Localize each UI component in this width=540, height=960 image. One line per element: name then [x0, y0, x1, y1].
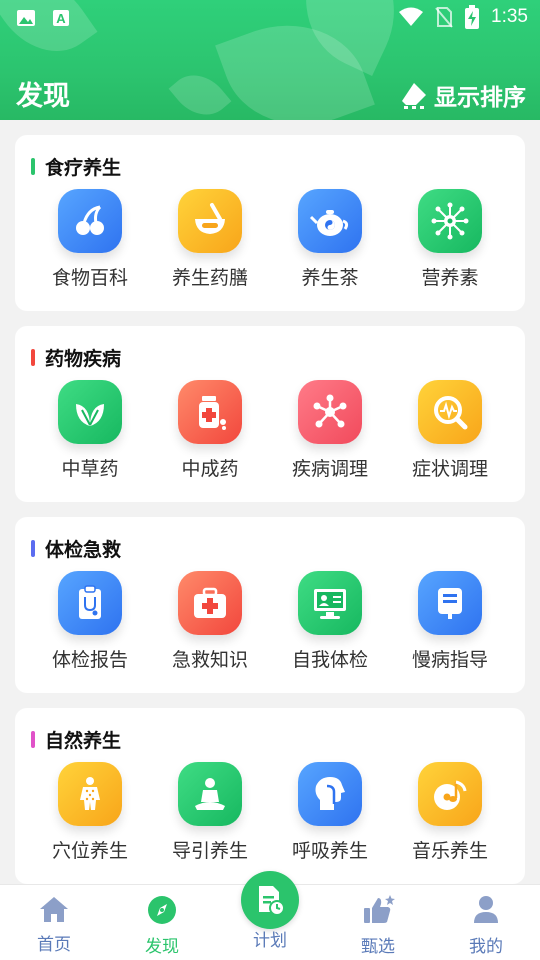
grid-item-label: 音乐养生: [411, 840, 488, 862]
grid-item-medicinal-diet[interactable]: 养生药膳: [150, 189, 270, 290]
monitor-icon: [298, 571, 362, 635]
svg-text:A: A: [56, 11, 66, 26]
thumbs-up-icon: [364, 895, 395, 923]
tab-label: 发现: [145, 937, 179, 957]
plan-icon: [259, 886, 285, 916]
bottom-tab-bar: 首页 发现 计划 甄选 我的: [0, 871, 540, 960]
app-header: A 1:35 发现 显示排序: [0, 0, 540, 120]
grid-item-label: 中成药: [181, 458, 239, 480]
page-title: 发现: [16, 81, 70, 112]
grid-item-self-check[interactable]: 自我体检: [270, 571, 390, 672]
iv-bag-icon: [418, 571, 482, 635]
grid-item-chronic-guide[interactable]: 慢病指导: [390, 571, 510, 672]
grid-item-first-aid[interactable]: 急救知识: [150, 571, 270, 672]
no-sim-icon: [435, 7, 453, 28]
section-accent-bar: [31, 540, 35, 557]
sort-button[interactable]: 显示排序: [400, 78, 526, 112]
teapot-icon: [298, 189, 362, 253]
section-title: 药物疾病: [31, 344, 121, 371]
section-title: 食疗养生: [31, 153, 121, 180]
body-points-icon: [58, 762, 122, 826]
tab-home[interactable]: 首页: [0, 895, 108, 955]
grid-item-label: 急救知识: [171, 649, 248, 671]
grid-item-disease-care[interactable]: 疾病调理: [270, 380, 390, 481]
medicine-bottle-icon: [178, 380, 242, 444]
status-bar: A 1:35: [0, 0, 540, 38]
clipboard-icon: [58, 571, 122, 635]
section-medicine-card: 药物疾病 中草药 中成药 疾病调理 症状调理: [15, 326, 525, 502]
grid-item-label: 中草药: [61, 458, 119, 480]
eraser-edit-icon: [402, 83, 426, 109]
section-accent-bar: [31, 731, 35, 748]
tab-label: 我的: [469, 937, 503, 957]
section-diet-card: 食疗养生 食物百科 养生药膳 养生茶 营养素: [15, 135, 525, 311]
grid-item-daoyin[interactable]: 导引养生: [150, 762, 270, 863]
user-icon: [474, 896, 498, 923]
tab-label: 甄选: [361, 937, 395, 957]
grid-item-label: 体检报告: [51, 649, 128, 671]
grid-item-breathing[interactable]: 呼吸养生: [270, 762, 390, 863]
grid-item-label: 疾病调理: [291, 458, 368, 480]
grid-item-label: 导引养生: [171, 840, 248, 862]
grid-item-symptom-care[interactable]: 症状调理: [390, 380, 510, 481]
plan-fab-button[interactable]: [241, 871, 299, 929]
grid-item-label: 食物百科: [51, 267, 128, 289]
mortar-icon: [178, 189, 242, 253]
section-title-text: 药物疾病: [45, 348, 122, 370]
home-icon: [40, 897, 68, 922]
battery-charging-icon: [465, 5, 480, 29]
grid-item-label: 营养素: [421, 267, 479, 289]
symptom-search-icon: [418, 380, 482, 444]
tab-label: 计划: [253, 931, 287, 951]
section-title: 自然养生: [31, 726, 121, 753]
tab-mine[interactable]: 我的: [432, 895, 540, 957]
grid-item-label: 呼吸养生: [291, 840, 368, 862]
music-disc-icon: [418, 762, 482, 826]
grid-item-label: 症状调理: [411, 458, 488, 480]
first-aid-kit-icon: [178, 571, 242, 635]
grid-item-label: 养生茶: [301, 267, 359, 289]
grid-item-acupoint[interactable]: 穴位养生: [30, 762, 150, 863]
grid-item-label: 养生药膳: [171, 267, 248, 289]
section-title: 体检急救: [31, 535, 121, 562]
section-title-text: 自然养生: [45, 730, 122, 752]
discover-content[interactable]: 食疗养生 食物百科 养生药膳 养生茶 营养素 药物疾病 中草药 中成药 疾病调理…: [0, 120, 540, 884]
grid-item-health-tea[interactable]: 养生茶: [270, 189, 390, 290]
section-accent-bar: [31, 349, 35, 366]
grid-item-label: 穴位养生: [51, 840, 128, 862]
virus-icon: [298, 380, 362, 444]
grid-item-label: 自我体检: [291, 649, 368, 671]
section-natural-card: 自然养生 穴位养生 导引养生 呼吸养生 音乐养生: [15, 708, 525, 884]
herb-leaf-icon: [58, 380, 122, 444]
meditation-icon: [178, 762, 242, 826]
wifi-icon: [399, 7, 424, 26]
font-a-icon: A: [53, 10, 69, 26]
molecule-icon: [418, 189, 482, 253]
tab-discover[interactable]: 发现: [108, 895, 216, 957]
section-checkup-card: 体检急救 体检报告 急救知识 自我体检 慢病指导: [15, 517, 525, 693]
grid-item-checkup-report[interactable]: 体检报告: [30, 571, 150, 672]
grid-item-music[interactable]: 音乐养生: [390, 762, 510, 863]
cherry-icon: [58, 189, 122, 253]
sort-button-label: 显示排序: [434, 85, 526, 111]
tab-label: 首页: [37, 935, 71, 955]
section-title-text: 体检急救: [45, 539, 122, 561]
grid-item-herbal-medicine[interactable]: 中草药: [30, 380, 150, 481]
section-title-text: 食疗养生: [45, 157, 122, 179]
grid-item-nutrients[interactable]: 营养素: [390, 189, 510, 290]
grid-item-food-encyclopedia[interactable]: 食物百科: [30, 189, 150, 290]
gallery-icon: [17, 10, 35, 26]
tab-selection[interactable]: 甄选: [324, 895, 432, 957]
decor-leaf: [168, 62, 232, 120]
grid-item-label: 慢病指导: [411, 649, 488, 671]
head-profile-icon: [298, 762, 362, 826]
status-time: 1:35: [491, 6, 528, 27]
compass-icon: [148, 896, 176, 924]
section-accent-bar: [31, 158, 35, 175]
grid-item-patent-medicine[interactable]: 中成药: [150, 380, 270, 481]
